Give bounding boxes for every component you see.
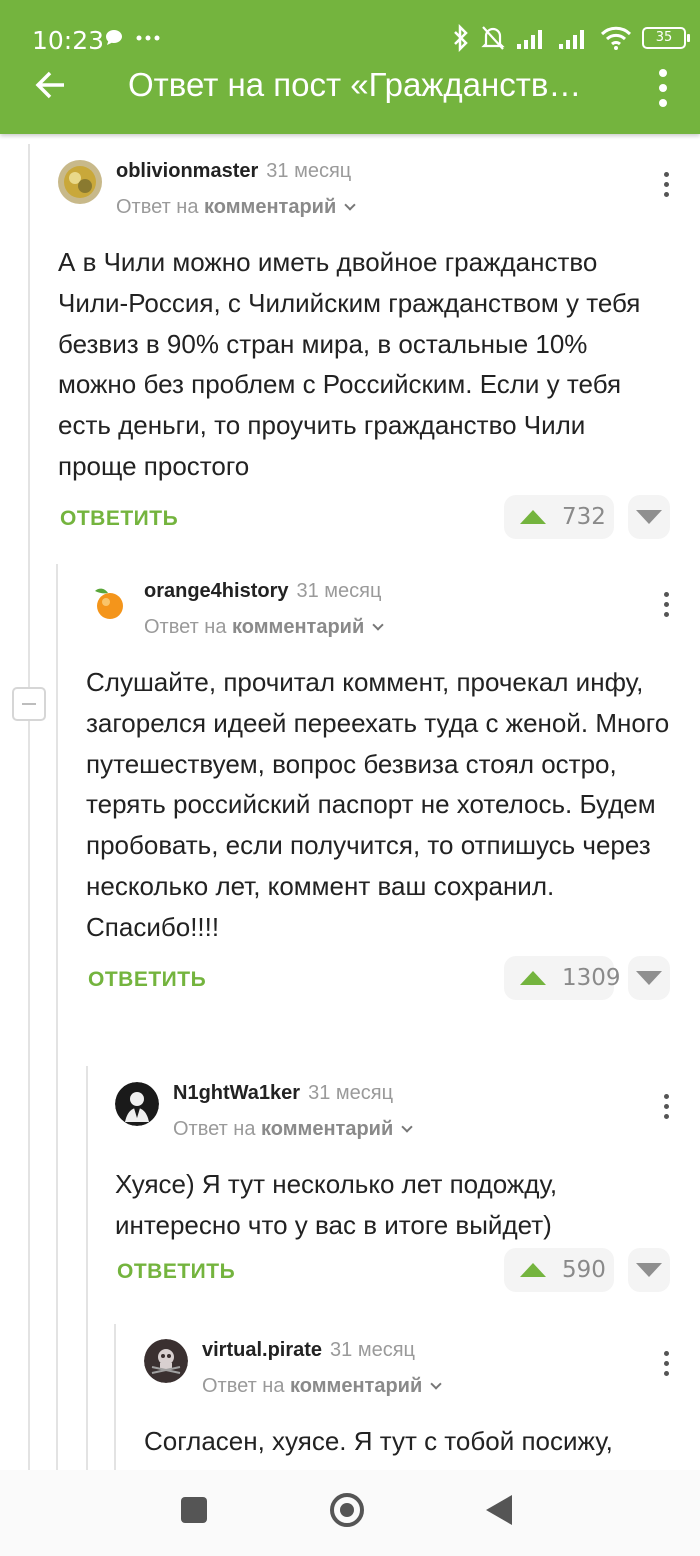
author-name[interactable]: oblivionmaster [116, 160, 258, 182]
battery-icon: 35 [642, 27, 690, 49]
avatar[interactable] [144, 1339, 188, 1383]
upvote-icon [520, 970, 546, 985]
silent-bell-icon [481, 26, 505, 50]
app-bar: 10:23 35 Ответ на пост «Гражданств… [0, 0, 700, 134]
comment-menu-icon[interactable] [664, 1094, 670, 1122]
upvote-icon [520, 509, 546, 524]
downvote-icon [636, 1262, 662, 1277]
toolbar: Ответ на пост «Гражданств… [0, 58, 700, 118]
author-name[interactable]: orange4history [144, 580, 288, 602]
rating-controls: 1309 [504, 955, 670, 1000]
reply-to-label[interactable]: Ответ на комментарий [173, 1118, 413, 1141]
signal-icon-2 [559, 30, 584, 49]
chevron-down-icon [430, 1378, 442, 1390]
upvote-button[interactable]: 590 [504, 1247, 614, 1292]
home-button[interactable] [330, 1493, 364, 1527]
comment: orange4history 31 месяц Ответ на коммента… [86, 554, 670, 1006]
comment-menu-icon[interactable] [664, 172, 670, 200]
downvote-button[interactable] [628, 494, 670, 539]
author-name[interactable]: N1ghtWa1ker [173, 1082, 300, 1104]
chevron-down-icon [372, 619, 384, 631]
avatar[interactable] [86, 580, 130, 624]
collapse-thread-button[interactable] [12, 687, 46, 721]
signal-icon [517, 30, 542, 49]
recent-apps-button[interactable] [181, 1497, 207, 1523]
upvote-button[interactable]: 732 [504, 494, 614, 539]
comment-date: 31 месяц [330, 1339, 416, 1361]
comment-date: 31 месяц [308, 1082, 394, 1104]
system-back-button[interactable] [486, 1495, 512, 1525]
comment-menu-icon[interactable] [664, 1351, 670, 1379]
thread-line [28, 144, 30, 1470]
more-notifications-icon [136, 35, 160, 41]
chevron-down-icon [344, 199, 356, 211]
comment-text: Хуясе) Я тут несколько лет подожду, инте… [115, 1169, 558, 1240]
overflow-menu-icon[interactable] [656, 68, 670, 108]
downvote-button[interactable] [628, 1247, 670, 1292]
comment: N1ghtWa1ker 31 месяц Ответ на комментарий… [115, 1056, 670, 1298]
reply-button[interactable]: ОТВЕТИТЬ [60, 507, 178, 531]
rating-controls: 732 [504, 494, 670, 539]
navigation-bar [0, 1470, 700, 1556]
comment-thread: oblivionmaster 31 месяц Ответ на коммента… [0, 134, 700, 1470]
rating-value: 590 [562, 1256, 606, 1283]
comment-date: 31 месяц [266, 160, 352, 182]
downvote-button[interactable] [628, 955, 670, 1000]
comment-text: Слушайте, прочитал коммент, прочекал инф… [86, 667, 670, 942]
avatar[interactable] [58, 160, 102, 204]
upvote-icon [520, 1262, 546, 1277]
comment-menu-icon[interactable] [664, 592, 670, 620]
downvote-icon [636, 970, 662, 985]
comment-text: А в Чили можно иметь двойное гражданство… [58, 247, 641, 481]
message-notification-icon [106, 30, 122, 45]
reply-to-label[interactable]: Ответ на комментарий [202, 1375, 442, 1398]
reply-to-label[interactable]: Ответ на комментарий [144, 616, 384, 639]
thread-line [114, 1324, 116, 1470]
reply-to-label[interactable]: Ответ на комментарий [116, 196, 356, 219]
chevron-down-icon [401, 1121, 413, 1133]
comment: virtual.pirate 31 месяц Ответ на коммента… [144, 1313, 670, 1462]
thread-line [56, 564, 58, 1470]
comment-text: Согласен, хуясе. Я тут с тобой посижу, [144, 1426, 613, 1456]
downvote-icon [636, 509, 662, 524]
reply-button[interactable]: ОТВЕТИТЬ [88, 968, 206, 992]
comment: oblivionmaster 31 месяц Ответ на коммента… [58, 134, 670, 545]
comment-date: 31 месяц [296, 580, 382, 602]
rating-value: 732 [562, 503, 606, 530]
avatar[interactable] [115, 1082, 159, 1126]
author-name[interactable]: virtual.pirate [202, 1339, 322, 1361]
wifi-icon [600, 26, 632, 50]
rating-value: 1309 [562, 964, 621, 991]
thread-line [86, 1066, 88, 1470]
page-title: Ответ на пост «Гражданств… [128, 66, 582, 103]
status-time: 10:23 [32, 26, 105, 55]
rating-controls: 590 [504, 1247, 670, 1292]
reply-button[interactable]: ОТВЕТИТЬ [117, 1260, 235, 1284]
upvote-button[interactable]: 1309 [504, 955, 621, 1000]
back-arrow-icon[interactable] [34, 68, 68, 102]
bluetooth-icon [454, 24, 468, 52]
